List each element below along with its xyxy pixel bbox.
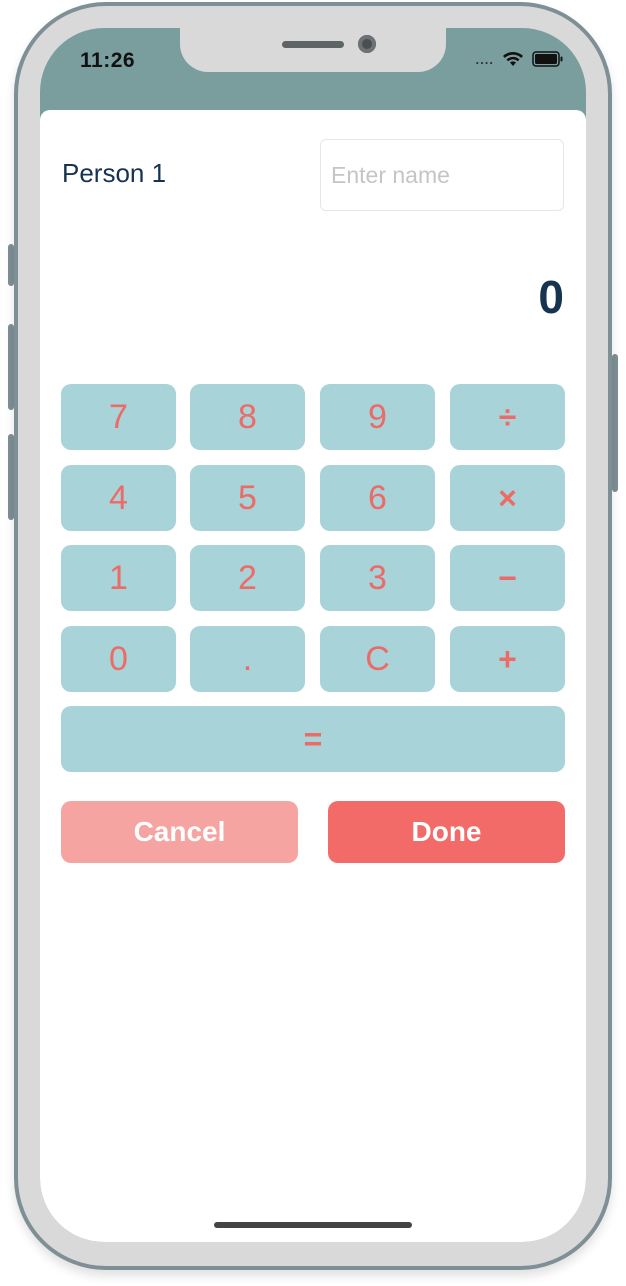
key-equals[interactable]: = xyxy=(61,706,565,772)
key-decimal[interactable]: . xyxy=(190,626,305,692)
key-0[interactable]: 0 xyxy=(61,626,176,692)
phone-mockup: 11:26 .... Person 1 0 xyxy=(0,0,626,1286)
key-8[interactable]: 8 xyxy=(190,384,305,450)
key-multiply[interactable]: × xyxy=(450,465,565,531)
home-indicator[interactable] xyxy=(214,1222,412,1228)
status-icons: .... xyxy=(476,51,564,67)
key-divide[interactable]: ÷ xyxy=(450,384,565,450)
calculator-sheet: Person 1 0 7 8 9 ÷ 4 5 6 × 1 2 3 − 0 . C… xyxy=(40,110,586,1242)
name-input[interactable] xyxy=(320,139,564,211)
power-button xyxy=(612,354,618,492)
key-7[interactable]: 7 xyxy=(61,384,176,450)
cancel-button[interactable]: Cancel xyxy=(61,801,298,863)
key-add[interactable]: + xyxy=(450,626,565,692)
key-6[interactable]: 6 xyxy=(320,465,435,531)
front-camera xyxy=(358,35,376,53)
key-clear[interactable]: C xyxy=(320,626,435,692)
key-9[interactable]: 9 xyxy=(320,384,435,450)
wifi-icon xyxy=(502,51,524,67)
battery-icon xyxy=(532,51,564,67)
key-5[interactable]: 5 xyxy=(190,465,305,531)
status-time: 11:26 xyxy=(80,49,136,72)
key-3[interactable]: 3 xyxy=(320,545,435,611)
person-label: Person 1 xyxy=(62,158,167,188)
key-2[interactable]: 2 xyxy=(190,545,305,611)
speaker-grille xyxy=(282,41,344,48)
notch xyxy=(180,28,446,72)
key-subtract[interactable]: − xyxy=(450,545,565,611)
key-4[interactable]: 4 xyxy=(61,465,176,531)
calculator-display: 0 xyxy=(538,271,564,323)
done-button[interactable]: Done xyxy=(328,801,565,863)
key-1[interactable]: 1 xyxy=(61,545,176,611)
screen: 11:26 .... Person 1 0 xyxy=(40,28,586,1242)
signal-icon: .... xyxy=(475,51,494,67)
